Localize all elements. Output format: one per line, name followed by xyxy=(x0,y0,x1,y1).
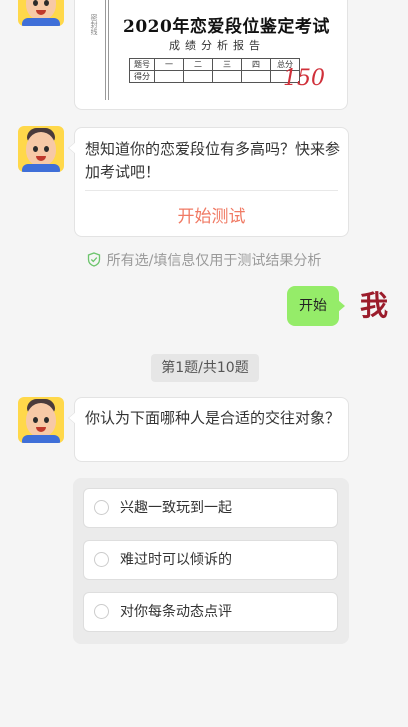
privacy-notice: 所有选/填信息仅用于测试结果分析 xyxy=(0,250,408,270)
shield-check-icon xyxy=(87,252,100,267)
report-subtitle: 成绩分析报告 xyxy=(169,39,265,52)
score-table: 题号 一 二 三 四 总分 得分 xyxy=(129,58,300,83)
radio-button[interactable] xyxy=(94,552,109,567)
radio-button[interactable] xyxy=(94,604,109,619)
option-label: 兴趣一致玩到一起 xyxy=(120,500,232,516)
option-2[interactable]: 难过时可以倾诉的 xyxy=(83,540,338,580)
report-card-image[interactable]: 密封线 2020年恋爱段位鉴定考试 成绩分析报告 题号 一 二 三 四 总分 得… xyxy=(74,0,348,110)
question-bubble: 你认为下面哪种人是合适的交往对象？ xyxy=(68,397,349,462)
bot-avatar xyxy=(18,0,64,26)
question-progress: 第1题/共10题 xyxy=(151,354,259,382)
question-text: 你认为下面哪种人是合适的交往对象？ xyxy=(85,409,341,427)
invite-message-text: 想知道你的恋爱段位有多高吗？快来参加考试吧！ xyxy=(85,140,341,181)
table-cell: 三 xyxy=(212,58,242,71)
table-cell: 题号 xyxy=(129,58,155,71)
table-cell xyxy=(241,70,271,83)
table-cell: 得分 xyxy=(129,70,155,83)
table-cell: 四 xyxy=(241,58,271,71)
radio-button[interactable] xyxy=(94,500,109,515)
table-cell xyxy=(183,70,213,83)
table-cell: 一 xyxy=(154,58,184,71)
bot-avatar xyxy=(18,126,64,172)
user-message-bubble: 开始 xyxy=(287,286,345,326)
option-label: 难过时可以倾诉的 xyxy=(120,552,232,568)
seal-line-text: 密封线 xyxy=(90,14,98,35)
table-cell: 二 xyxy=(183,58,213,71)
option-1[interactable]: 兴趣一致玩到一起 xyxy=(83,488,338,528)
invite-message-bubble: 想知道你的恋爱段位有多高吗？快来参加考试吧！ 开始测试 xyxy=(68,127,349,237)
privacy-notice-text: 所有选/填信息仅用于测试结果分析 xyxy=(106,253,322,269)
bot-avatar xyxy=(18,397,64,443)
handwritten-score: 150 xyxy=(283,66,325,91)
start-test-button[interactable]: 开始测试 xyxy=(75,202,348,227)
options-panel: 兴趣一致玩到一起 难过时可以倾诉的 对你每条动态点评 xyxy=(73,478,349,644)
table-cell xyxy=(212,70,242,83)
option-label: 对你每条动态点评 xyxy=(120,604,232,620)
table-cell xyxy=(154,70,184,83)
user-avatar: 我 xyxy=(359,289,388,322)
option-3[interactable]: 对你每条动态点评 xyxy=(83,592,338,632)
report-title: 2020年恋爱段位鉴定考试 xyxy=(123,17,330,37)
